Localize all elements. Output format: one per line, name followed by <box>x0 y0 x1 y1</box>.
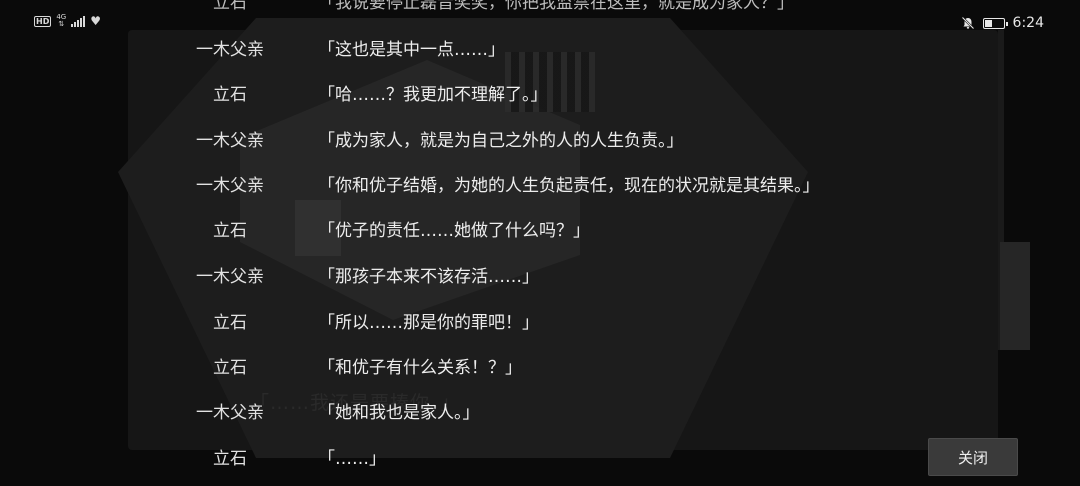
dialogue-entry: 一木父亲 「这也是其中一点……」 <box>0 35 900 65</box>
dialogue-text: 「……」 <box>318 449 386 469</box>
speaker-name: 一木父亲 <box>196 131 264 151</box>
speaker-name: 立石 <box>213 449 247 469</box>
dialogue-text: 「你和优子结婚，为她的人生负起责任，现在的状况就是其结果。」 <box>318 176 820 196</box>
close-button[interactable]: 关闭 <box>928 438 1018 476</box>
dialogue-log[interactable]: 立石 「我说要停止磊音奖奖，你把我监禁在这里，就是成为家人？」一木父亲 「这也是其中… <box>0 0 1080 486</box>
dialogue-entry: 一木父亲 「她和我也是家人。」 <box>0 398 900 428</box>
dialogue-entry: 一木父亲 「你和优子结婚，为她的人生负起责任，现在的状况就是其结果。」 <box>0 171 900 201</box>
dialogue-text: 「和优子有什么关系！？」 <box>318 358 522 378</box>
speaker-name: 立石 <box>213 221 247 241</box>
dialogue-entry: 立石 「所以……那是你的罪吧！」 <box>0 308 900 338</box>
dialogue-text: 「那孩子本来不该存活……」 <box>318 267 539 287</box>
speaker-name: 一木父亲 <box>196 403 264 423</box>
speaker-name: 立石 <box>213 313 247 333</box>
dialogue-entry: 立石 「哈……？我更加不理解了。」 <box>0 80 900 110</box>
dialogue-text: 「所以……那是你的罪吧！」 <box>318 313 539 333</box>
dialogue-entry: 立石 「我说要停止磊音奖奖，你把我监禁在这里，就是成为家人？」 <box>0 0 900 18</box>
speaker-name: 一木父亲 <box>196 40 264 60</box>
dialogue-entry: 一木父亲 「成为家人，就是为自己之外的人的人生负责。」 <box>0 126 900 156</box>
dialogue-text: 「这也是其中一点……」 <box>318 40 505 60</box>
speaker-name: 一木父亲 <box>196 176 264 196</box>
speaker-name: 立石 <box>213 85 247 105</box>
dialogue-text: 「她和我也是家人。」 <box>318 403 480 423</box>
speaker-name: 一木父亲 <box>196 267 264 287</box>
dialogue-entry: 立石 「……」 <box>0 444 900 474</box>
dialogue-text: 「我说要停止磊音奖奖，你把我监禁在这里，就是成为家人？」 <box>318 0 794 13</box>
speaker-name: 立石 <box>213 0 247 13</box>
dialogue-text: 「成为家人，就是为自己之外的人的人生负责。」 <box>318 131 684 151</box>
dialogue-entry: 立石 「和优子有什么关系！？」 <box>0 353 900 383</box>
dialogue-entry: 立石 「优子的责任……她做了什么吗？」 <box>0 216 900 246</box>
dialogue-text: 「哈……？我更加不理解了。」 <box>318 85 548 105</box>
dialogue-text: 「优子的责任……她做了什么吗？」 <box>318 221 590 241</box>
dialogue-entry: 一木父亲 「那孩子本来不该存活……」 <box>0 262 900 292</box>
speaker-name: 立石 <box>213 358 247 378</box>
game-screen: 「……我还是要揍你。」 HD 4G ⇅ ♥ 6:24 立石 「我说要停止磊音奖奖，… <box>0 0 1080 486</box>
